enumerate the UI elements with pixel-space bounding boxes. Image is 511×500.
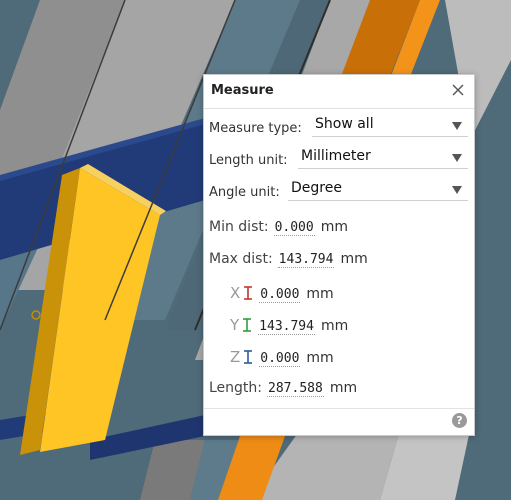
min-dist-row: Min dist: 0.000 mm <box>209 219 348 236</box>
measure-type-label: Measure type: <box>209 121 302 136</box>
z-dist-value[interactable]: 0.000 <box>259 351 301 367</box>
length-unit-text: mm <box>329 380 358 396</box>
help-button[interactable]: ? <box>452 413 467 428</box>
x-dist-row: X 0.000 mm <box>230 284 334 303</box>
y-axis-dimension-icon <box>243 318 252 332</box>
z-dist-unit: mm <box>306 350 334 366</box>
x-axis-label: X <box>230 284 241 302</box>
max-dist-label: Max dist: <box>209 251 273 267</box>
y-dist-unit: mm <box>320 318 349 334</box>
close-button[interactable] <box>450 82 466 98</box>
z-dist-row: Z 0.000 mm <box>230 348 334 367</box>
y-dist-value[interactable]: 143.794 <box>258 319 315 335</box>
measure-panel: Measure Measure type: Show all Length un… <box>203 74 475 436</box>
max-dist-value[interactable]: 143.794 <box>277 252 335 268</box>
help-icon: ? <box>456 414 463 427</box>
min-dist-unit: mm <box>320 219 348 235</box>
length-unit-value: Millimeter <box>301 148 371 164</box>
x-axis-dimension-icon <box>244 286 253 300</box>
length-row: Length: 287.588 mm <box>209 380 357 397</box>
x-dist-value[interactable]: 0.000 <box>259 287 301 303</box>
x-dist-unit: mm <box>306 286 334 302</box>
y-axis-label: Y <box>230 316 240 334</box>
chevron-down-icon <box>452 122 462 130</box>
chevron-down-icon <box>452 154 462 162</box>
length-label: Length: <box>209 380 263 396</box>
title-divider <box>204 108 474 109</box>
measure-type-dropdown[interactable]: Show all <box>312 114 468 137</box>
max-dist-unit: mm <box>340 251 368 267</box>
z-axis-dimension-icon <box>244 350 253 364</box>
max-dist-row: Max dist: 143.794 mm <box>209 251 368 268</box>
length-unit-dropdown[interactable]: Millimeter <box>298 146 468 169</box>
z-axis-label: Z <box>230 348 241 366</box>
panel-title: Measure <box>211 83 274 98</box>
length-value[interactable]: 287.588 <box>267 381 324 397</box>
min-dist-value[interactable]: 0.000 <box>273 220 315 236</box>
angle-unit-label: Angle unit: <box>209 185 280 200</box>
angle-unit-dropdown[interactable]: Degree <box>288 178 468 201</box>
y-dist-row: Y 143.794 mm <box>230 316 348 335</box>
footer-divider <box>204 408 474 409</box>
angle-unit-value: Degree <box>291 180 342 196</box>
chevron-down-icon <box>452 186 462 194</box>
measure-type-value: Show all <box>315 116 374 132</box>
length-unit-label: Length unit: <box>209 153 288 168</box>
min-dist-label: Min dist: <box>209 219 269 235</box>
close-icon <box>452 84 464 96</box>
